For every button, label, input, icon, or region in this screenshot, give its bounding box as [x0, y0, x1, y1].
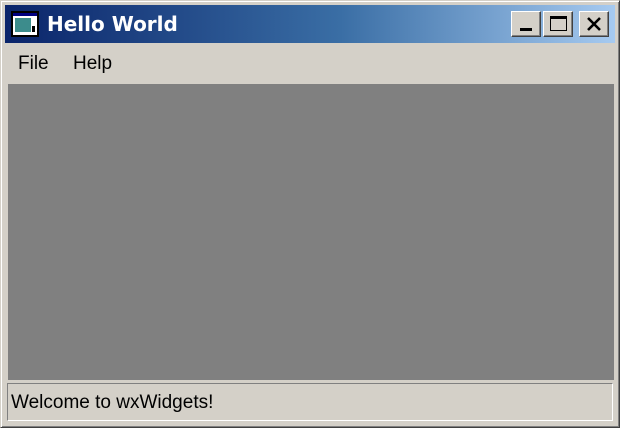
- maximize-button[interactable]: [543, 11, 573, 37]
- window-title: Hello World: [47, 12, 178, 36]
- menu-bar: File Help: [5, 45, 615, 81]
- app-icon-mark: [32, 26, 35, 32]
- close-button[interactable]: [579, 11, 609, 37]
- maximize-icon: [550, 16, 567, 31]
- title-bar[interactable]: Hello World: [5, 5, 615, 43]
- status-bar: Welcome to wxWidgets!: [7, 383, 613, 421]
- minimize-icon: [520, 28, 532, 31]
- app-window-icon[interactable]: [11, 11, 39, 37]
- menu-help[interactable]: Help: [68, 51, 117, 77]
- menu-file[interactable]: File: [13, 51, 54, 77]
- minimize-button[interactable]: [511, 11, 541, 37]
- close-icon: [587, 17, 601, 31]
- app-icon-body: [15, 18, 31, 32]
- app-icon-titlebar-stripe: [13, 13, 37, 16]
- client-area[interactable]: [8, 84, 614, 380]
- status-text: Welcome to wxWidgets!: [11, 392, 214, 413]
- main-window: Hello World File Help Welcome to wxWidge…: [0, 0, 620, 428]
